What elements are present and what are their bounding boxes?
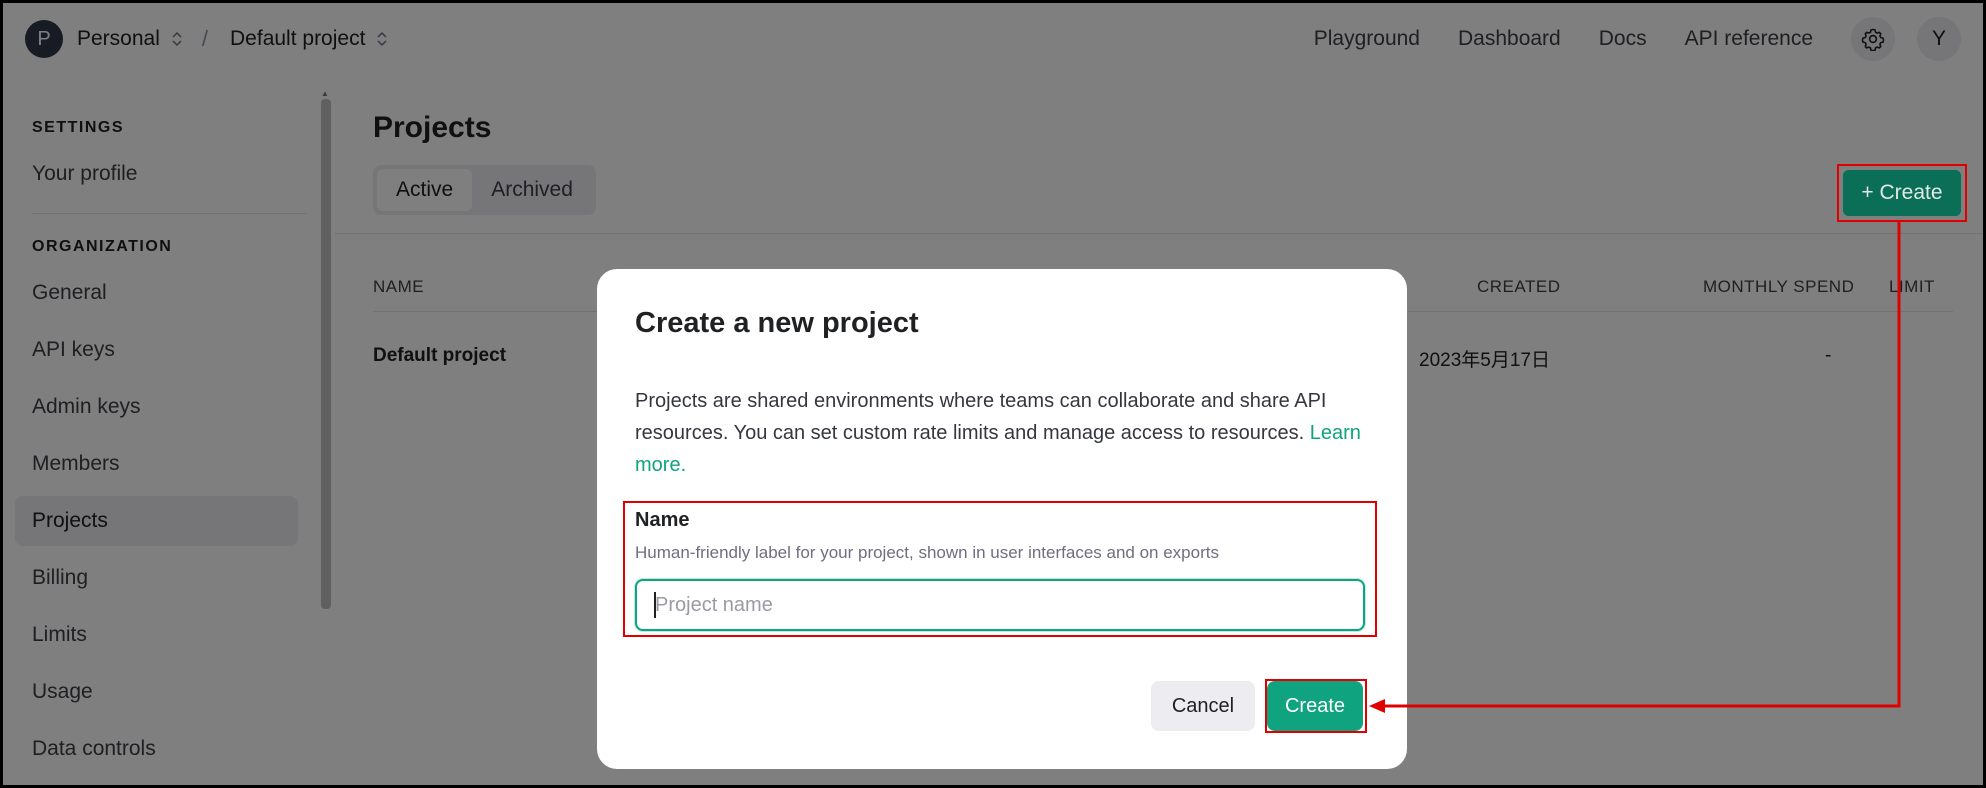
cancel-button[interactable]: Cancel [1151,681,1255,731]
app-frame: P Personal / Default project Playground … [0,0,1986,788]
dialog-description: Projects are shared environments where t… [635,385,1365,481]
highlight-create-top [1837,164,1967,222]
highlight-name-field [623,501,1377,637]
highlight-create-dialog [1265,679,1367,733]
dialog-description-text: Projects are shared environments where t… [635,390,1327,444]
dialog-title: Create a new project [635,307,919,339]
